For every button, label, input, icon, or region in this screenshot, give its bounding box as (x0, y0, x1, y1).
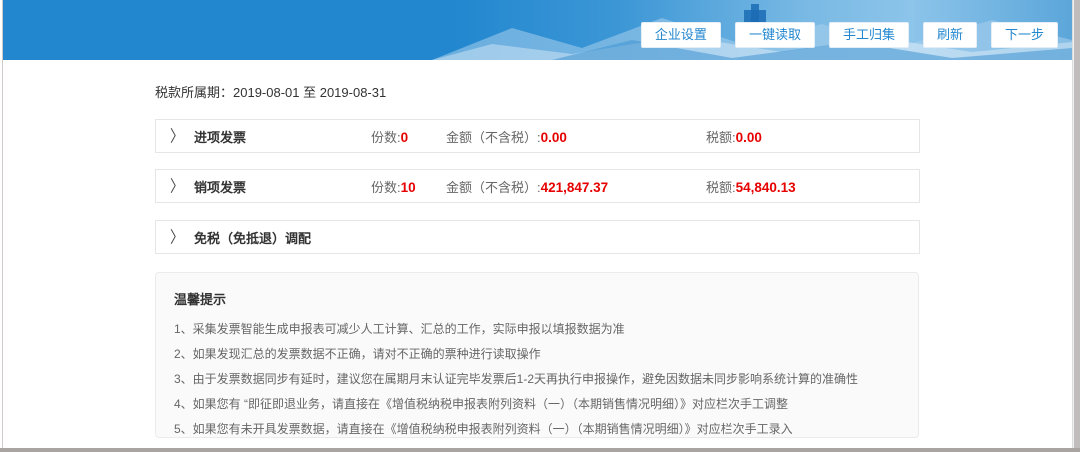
scrollbar[interactable] (1072, 0, 1080, 448)
invoice-amount: 金额（不含税）:421,847.37 (446, 177, 608, 196)
tax-free-allocation-row[interactable]: 〉 免税（免抵退）调配 (155, 220, 920, 254)
window-bottom-border (0, 448, 1080, 452)
invoice-tax: 税额:0.00 (706, 127, 762, 146)
input-invoice-row[interactable]: 〉 进项发票 份数:0 金额（不含税）:0.00 税额:0.00 (155, 119, 920, 153)
one-click-read-button[interactable]: 一键读取 (735, 22, 815, 48)
tax-period-label: 税款所属期：2019-08-01 至 2019-08-31 (155, 82, 386, 101)
enterprise-settings-button[interactable]: 企业设置 (641, 22, 721, 48)
tip-item-1: 1、采集发票智能生成申报表可减少人工计算、汇总的工作，实际申报以填报数据为准 (174, 317, 900, 342)
tip-item-5: 5、如果您有未开具发票数据，请直接在《增值税纳税申报表附列资料（一）（本期销售情… (174, 417, 900, 442)
invoice-tax: 税额:54,840.13 (706, 177, 796, 196)
chevron-right-icon: 〉 (170, 128, 184, 144)
tax-label: 税额: (706, 130, 736, 145)
page-header-banner: 企业设置 一键读取 手工归集 刷新 下一步 (3, 0, 1072, 60)
count-label: 份数: (371, 180, 401, 195)
count-value: 0 (401, 130, 409, 145)
invoice-count: 份数:10 (371, 177, 416, 196)
header-toolbar: 企业设置 一键读取 手工归集 刷新 下一步 (641, 22, 1058, 48)
tips-title: 温馨提示 (174, 289, 900, 308)
friendly-tips-panel: 温馨提示 1、采集发票智能生成申报表可减少人工计算、汇总的工作，实际申报以填报数… (155, 272, 919, 438)
row-title: 销项发票 (194, 177, 246, 196)
amount-label: 金额（不含税）: (446, 180, 541, 195)
tax-value: 0.00 (736, 130, 762, 145)
tax-label: 税额: (706, 180, 736, 195)
tax-value: 54,840.13 (736, 180, 796, 195)
chevron-right-icon: 〉 (170, 178, 184, 194)
amount-label: 金额（不含税）: (446, 130, 541, 145)
amount-value: 421,847.37 (541, 180, 609, 195)
output-invoice-row[interactable]: 〉 销项发票 份数:10 金额（不含税）:421,847.37 税额:54,84… (155, 169, 920, 203)
scrollbar-thumb[interactable] (1074, 0, 1080, 448)
tip-item-3: 3、由于发票数据同步有延时，建议您在属期月末认证完毕发票后1-2天再执行申报操作… (174, 367, 900, 392)
window-left-border (2, 0, 3, 448)
tip-item-4: 4、如果您有 “即征即退业务，请直接在《增值税纳税申报表附列资料（一）（本期销售… (174, 392, 900, 417)
chevron-right-icon: 〉 (170, 229, 184, 245)
count-label: 份数: (371, 130, 401, 145)
invoice-amount: 金额（不含税）:0.00 (446, 127, 567, 146)
row-title: 进项发票 (194, 127, 246, 146)
refresh-button[interactable]: 刷新 (923, 22, 977, 48)
row-title: 免税（免抵退）调配 (194, 228, 311, 247)
tip-item-2: 2、如果发现汇总的发票数据不正确，请对不正确的票种进行读取操作 (174, 342, 900, 367)
manual-collect-button[interactable]: 手工归集 (829, 22, 909, 48)
next-step-button[interactable]: 下一步 (991, 22, 1058, 48)
count-value: 10 (401, 180, 416, 195)
invoice-count: 份数:0 (371, 127, 408, 146)
amount-value: 0.00 (541, 130, 567, 145)
